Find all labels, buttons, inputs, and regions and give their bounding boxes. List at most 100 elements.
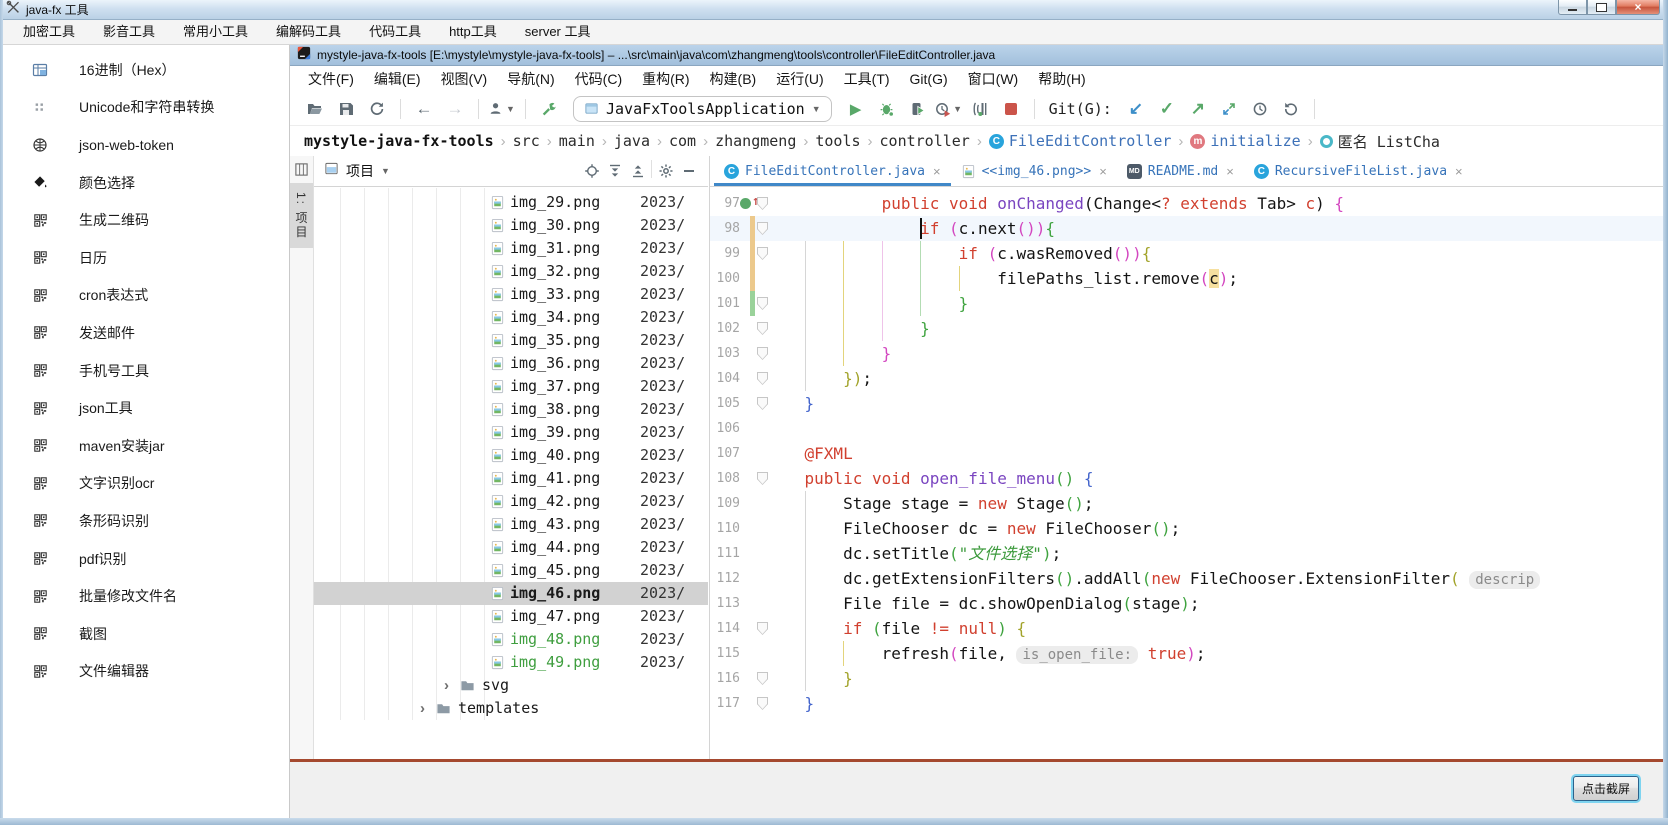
code-line[interactable]: 117 }	[710, 691, 1663, 716]
tab-close-icon[interactable]: ×	[1226, 164, 1234, 179]
build-wrench-button[interactable]	[536, 96, 562, 122]
code-line[interactable]: 115 refresh(file, is_open_file: true);	[710, 641, 1663, 666]
editor-tab[interactable]: <<img_46.png>>×	[951, 156, 1117, 186]
tree-row[interactable]: img_39.png 2023/	[314, 421, 708, 444]
sidebar-item[interactable]: 文字识别ocr	[3, 465, 289, 503]
sidebar-item[interactable]: 16进制（Hex）	[3, 51, 289, 89]
tree-row[interactable]: img_32.png 2023/	[314, 260, 708, 283]
stop-button[interactable]	[998, 96, 1024, 122]
tree-row[interactable]: img_49.png 2023/	[314, 651, 708, 674]
chevron-down-icon[interactable]: ▼	[381, 166, 390, 176]
code-line[interactable]: 103 }	[710, 341, 1663, 366]
sidebar-item[interactable]: 手机号工具	[3, 352, 289, 390]
tree-row[interactable]: img_43.png 2023/	[314, 513, 708, 536]
code-line[interactable]: 106	[710, 416, 1663, 441]
close-button[interactable]: ×	[1616, 0, 1660, 15]
app-menu-item[interactable]: 加密工具	[9, 20, 89, 44]
code-line[interactable]: 109 Stage stage = new Stage();	[710, 491, 1663, 516]
git-commit-button[interactable]: ✓	[1154, 96, 1180, 122]
code-editor[interactable]: 97↑ public void onChanged(Change<? exten…	[710, 188, 1663, 759]
code-line[interactable]: 98 if (c.next()){	[710, 216, 1663, 241]
tree-row[interactable]: img_38.png 2023/	[314, 398, 708, 421]
sidebar-item[interactable]: json-web-token	[3, 126, 289, 164]
run-button[interactable]: ▶	[843, 96, 869, 122]
override-marker-icon[interactable]	[740, 198, 751, 209]
project-tree[interactable]: img_29.png 2023/ img_30.png 2023/ img_31…	[314, 188, 708, 759]
breadcrumb-item[interactable]: minitialize	[1190, 132, 1300, 150]
breadcrumb-item[interactable]: tools	[815, 132, 860, 150]
sidebar-item[interactable]: pdf识别	[3, 540, 289, 578]
code-line[interactable]: 97↑ public void onChanged(Change<? exten…	[710, 191, 1663, 216]
tree-row[interactable]: img_40.png 2023/	[314, 444, 708, 467]
tree-row[interactable]: img_35.png 2023/	[314, 329, 708, 352]
app-menu-item[interactable]: 编解码工具	[262, 20, 355, 44]
git-history-button[interactable]	[1247, 96, 1273, 122]
editor-tab[interactable]: MDREADME.md×	[1117, 156, 1244, 186]
expand-all-button[interactable]	[603, 160, 626, 183]
ide-menu-item[interactable]: Git(G)	[900, 66, 958, 92]
breadcrumb-item[interactable]: zhangmeng	[715, 132, 796, 150]
code-line[interactable]: 99 if (c.wasRemoved()){	[710, 241, 1663, 266]
tree-row[interactable]: img_30.png 2023/	[314, 214, 708, 237]
attach-debugger-button[interactable]	[967, 96, 993, 122]
code-line[interactable]: 107 @FXML	[710, 441, 1663, 466]
ide-menu-item[interactable]: 运行(U)	[766, 66, 833, 92]
minimize-button[interactable]	[1558, 0, 1587, 15]
tree-row[interactable]: img_47.png 2023/	[314, 605, 708, 628]
locate-button[interactable]	[580, 160, 603, 183]
ide-menu-item[interactable]: 编辑(E)	[364, 66, 431, 92]
tab-close-icon[interactable]: ×	[933, 164, 941, 179]
sidebar-item[interactable]: maven安装jar	[3, 427, 289, 465]
breadcrumb-item[interactable]: 匿名 ListCha	[1320, 131, 1440, 152]
sidebar-item[interactable]: 条形码识别	[3, 502, 289, 540]
chevron-right-icon[interactable]: ›	[444, 674, 449, 697]
breadcrumb-item[interactable]: com	[669, 132, 696, 150]
sidebar-item[interactable]: 颜色选择	[3, 164, 289, 202]
tree-row[interactable]: img_31.png 2023/	[314, 237, 708, 260]
ide-menu-item[interactable]: 导航(N)	[497, 66, 564, 92]
code-line[interactable]: 114 if (file != null) {	[710, 616, 1663, 641]
save-button[interactable]	[333, 96, 359, 122]
breadcrumb-item[interactable]: mystyle-java-fx-tools	[304, 132, 494, 150]
code-line[interactable]: 110 FileChooser dc = new FileChooser();	[710, 516, 1663, 541]
tree-row[interactable]: img_29.png 2023/	[314, 191, 708, 214]
git-merge-button[interactable]	[1216, 96, 1242, 122]
coverage-button[interactable]	[905, 96, 931, 122]
app-menu-item[interactable]: http工具	[435, 20, 511, 44]
open-folder-button[interactable]	[302, 96, 328, 122]
user-button[interactable]: ▼	[489, 96, 515, 122]
sync-button[interactable]	[364, 96, 390, 122]
sidebar-item[interactable]: 日历	[3, 239, 289, 277]
code-line[interactable]: 108 public void open_file_menu() {	[710, 466, 1663, 491]
chevron-right-icon[interactable]: ›	[420, 697, 425, 720]
settings-gear-button[interactable]	[654, 160, 677, 183]
app-menu-item[interactable]: 影音工具	[89, 20, 169, 44]
app-menu-item[interactable]: server 工具	[511, 20, 605, 44]
ide-menu-item[interactable]: 窗口(W)	[958, 66, 1029, 92]
tree-row[interactable]: › templates	[314, 697, 708, 720]
ide-menu-item[interactable]: 工具(T)	[834, 66, 900, 92]
breadcrumb-item[interactable]: controller	[880, 132, 970, 150]
breadcrumb-item[interactable]: main	[559, 132, 595, 150]
editor-tab[interactable]: CFileEditController.java×	[714, 156, 951, 186]
collapse-all-button[interactable]	[626, 160, 649, 183]
screenshot-button[interactable]: 点击截屏	[1573, 776, 1639, 801]
code-line[interactable]: 101 }	[710, 291, 1663, 316]
tree-row[interactable]: img_41.png 2023/	[314, 467, 708, 490]
code-line[interactable]: 113 File file = dc.showOpenDialog(stage)…	[710, 591, 1663, 616]
tree-row[interactable]: img_45.png 2023/	[314, 559, 708, 582]
code-line[interactable]: 102 }	[710, 316, 1663, 341]
run-configuration-select[interactable]: JavaFxToolsApplication▼	[573, 96, 832, 122]
code-line[interactable]: 111 dc.setTitle("文件选择");	[710, 541, 1663, 566]
forward-button[interactable]: →	[442, 96, 468, 122]
code-line[interactable]: 104 });	[710, 366, 1663, 391]
tree-row[interactable]: img_33.png 2023/	[314, 283, 708, 306]
tree-row[interactable]: img_34.png 2023/	[314, 306, 708, 329]
sidebar-item[interactable]: 批量修改文件名	[3, 577, 289, 615]
hide-button[interactable]	[677, 160, 700, 183]
git-rollback-button[interactable]	[1278, 96, 1304, 122]
ide-menu-item[interactable]: 帮助(H)	[1028, 66, 1095, 92]
tab-close-icon[interactable]: ×	[1099, 164, 1107, 179]
tree-row[interactable]: img_44.png 2023/	[314, 536, 708, 559]
code-line[interactable]: 105 }	[710, 391, 1663, 416]
